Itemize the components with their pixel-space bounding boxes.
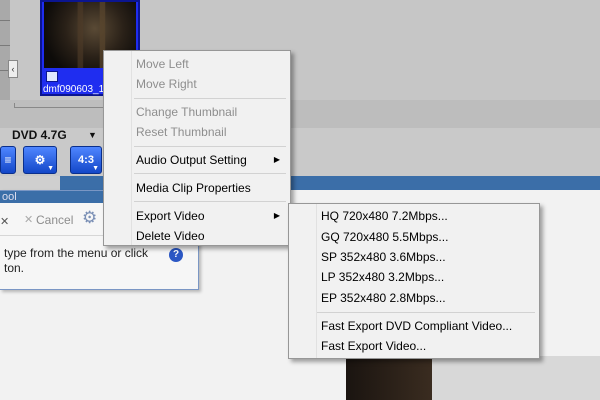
dialog-instructions: type from the menu or click ton. bbox=[4, 246, 174, 276]
caret-down-icon: ▼ bbox=[47, 165, 54, 172]
settings-button[interactable]: ⚙ ▼ bbox=[23, 146, 57, 174]
rail-tick bbox=[0, 45, 10, 46]
disc-size-value: DVD 4.7G bbox=[12, 128, 67, 142]
menu-item-export-sp[interactable]: SP 352x480 3.6Mbps... bbox=[289, 247, 539, 267]
menu-item-label: Reset Thumbnail bbox=[136, 125, 227, 139]
dialog-text-line: type from the menu or click bbox=[4, 246, 149, 260]
clip-panel: dmf090603_11480 ‹ bbox=[0, 0, 600, 128]
menu-item-audio-output-setting[interactable]: Audio Output Setting ▶ bbox=[104, 150, 290, 170]
menu-item-label: Fast Export DVD Compliant Video... bbox=[321, 319, 513, 333]
menu-item-delete-video[interactable]: Delete Video bbox=[104, 226, 290, 246]
clip-track-rail bbox=[14, 103, 109, 108]
help-icon[interactable]: ? bbox=[169, 248, 183, 262]
menu-item-label: Delete Video bbox=[136, 229, 205, 243]
aspect-ratio-button[interactable]: 4:3 ▼ bbox=[70, 146, 102, 174]
clip-toolbar: ≡ ⚙ ▼ 4:3 ▼ bbox=[0, 142, 110, 176]
menu-item-export-ep[interactable]: EP 352x480 2.8Mbps... bbox=[289, 288, 539, 308]
menu-item-label: Fast Export Video... bbox=[321, 339, 427, 353]
menu-item-export-video[interactable]: Export Video ▶ bbox=[104, 206, 290, 226]
dialog-text-line: ton. bbox=[4, 261, 25, 275]
menu-separator bbox=[134, 201, 286, 202]
menu-item-label: Move Left bbox=[136, 57, 189, 71]
dialog-title: ool bbox=[2, 191, 17, 203]
clip-scroll-area[interactable]: dmf090603_11480 bbox=[10, 0, 600, 101]
cancel-label: Cancel bbox=[36, 213, 74, 227]
menu-item-change-thumbnail[interactable]: Change Thumbnail bbox=[104, 102, 290, 122]
menu-item-move-right[interactable]: Move Right bbox=[104, 74, 290, 94]
menu-item-export-hq[interactable]: HQ 720x480 7.2Mbps... bbox=[289, 206, 539, 226]
menu-item-move-left[interactable]: Move Left bbox=[104, 54, 290, 74]
clip-context-menu: Move Left Move Right Change Thumbnail Re… bbox=[103, 50, 291, 246]
menu-item-label: Change Thumbnail bbox=[136, 105, 238, 119]
disc-size-select[interactable]: DVD 4.7G ▼ bbox=[0, 128, 102, 143]
menu-item-media-clip-properties[interactable]: Media Clip Properties bbox=[104, 178, 290, 198]
menu-item-label: Media Clip Properties bbox=[136, 181, 251, 195]
menu-separator bbox=[134, 98, 286, 99]
menu-item-label: Audio Output Setting bbox=[136, 153, 247, 167]
scroll-left-button[interactable]: ‹ bbox=[8, 60, 18, 78]
menu-separator bbox=[134, 173, 286, 174]
menu-item-label: HQ 720x480 7.2Mbps... bbox=[321, 209, 448, 223]
export-video-submenu: HQ 720x480 7.2Mbps... GQ 720x480 5.5Mbps… bbox=[288, 203, 540, 359]
gear-icon[interactable]: ⚙ bbox=[82, 209, 100, 227]
menu-item-label: GQ 720x480 5.5Mbps... bbox=[321, 230, 449, 244]
menu-item-label: Move Right bbox=[136, 77, 197, 91]
clip-type-icon bbox=[46, 71, 58, 82]
submenu-arrow-icon: ▶ bbox=[273, 155, 280, 164]
menu-item-export-gq[interactable]: GQ 720x480 5.5Mbps... bbox=[289, 227, 539, 247]
list-icon: ≡ bbox=[4, 153, 12, 167]
media-preview-fragment bbox=[346, 356, 432, 400]
menu-item-label: Export Video bbox=[136, 209, 205, 223]
cancel-icon: ✕ bbox=[24, 214, 34, 226]
panel-fragment bbox=[432, 356, 600, 400]
menu-item-label: SP 352x480 3.6Mbps... bbox=[321, 250, 446, 264]
menu-item-export-lp[interactable]: LP 352x480 3.2Mbps... bbox=[289, 267, 539, 287]
menu-separator bbox=[134, 146, 286, 147]
close-icon[interactable]: ✕ bbox=[0, 215, 9, 228]
gear-icon: ⚙ bbox=[34, 153, 46, 167]
chevron-down-icon: ▼ bbox=[88, 130, 97, 140]
menu-item-fast-export-video[interactable]: Fast Export Video... bbox=[289, 336, 539, 356]
caret-down-icon: ▼ bbox=[92, 165, 99, 172]
menu-item-reset-thumbnail[interactable]: Reset Thumbnail bbox=[104, 122, 290, 142]
list-menu-button[interactable]: ≡ bbox=[0, 146, 16, 174]
clip-track: ‹ bbox=[8, 60, 600, 128]
menu-item-label: EP 352x480 2.8Mbps... bbox=[321, 291, 446, 305]
menu-item-label: LP 352x480 3.2Mbps... bbox=[321, 270, 445, 284]
submenu-arrow-icon: ▶ bbox=[273, 211, 280, 220]
menu-item-fast-export-dvd[interactable]: Fast Export DVD Compliant Video... bbox=[289, 316, 539, 336]
rail-tick bbox=[0, 20, 10, 21]
cancel-button[interactable]: ✕ Cancel bbox=[24, 211, 73, 229]
menu-separator bbox=[317, 312, 535, 313]
